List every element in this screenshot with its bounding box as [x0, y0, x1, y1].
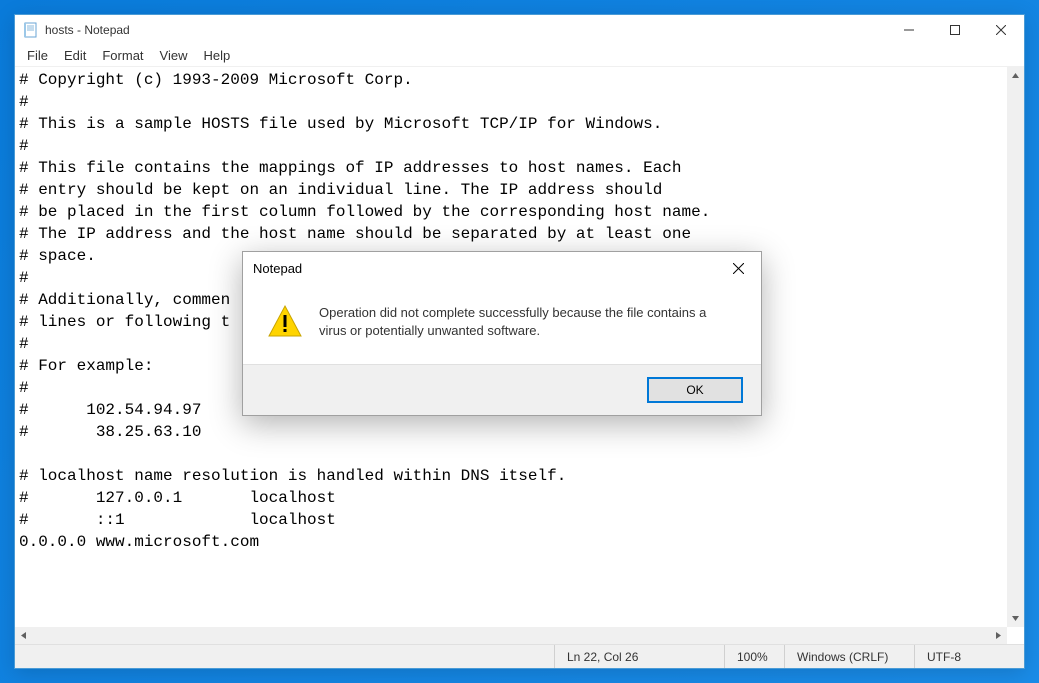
menu-format[interactable]: Format: [94, 46, 151, 65]
scroll-up-icon[interactable]: [1007, 67, 1024, 84]
error-dialog: Notepad Operation did not complete succe…: [242, 251, 762, 416]
status-zoom: 100%: [724, 645, 784, 668]
menu-file[interactable]: File: [19, 46, 56, 65]
status-line-ending: Windows (CRLF): [784, 645, 914, 668]
window-controls: [886, 15, 1024, 45]
dialog-titlebar[interactable]: Notepad: [243, 252, 761, 284]
status-encoding: UTF-8: [914, 645, 1024, 668]
status-spacer: [15, 645, 554, 668]
notepad-icon: [23, 22, 39, 38]
maximize-button[interactable]: [932, 15, 978, 45]
menubar: File Edit Format View Help: [15, 45, 1024, 67]
status-position: Ln 22, Col 26: [554, 645, 724, 668]
titlebar[interactable]: hosts - Notepad: [15, 15, 1024, 45]
menu-help[interactable]: Help: [195, 46, 238, 65]
statusbar: Ln 22, Col 26 100% Windows (CRLF) UTF-8: [15, 644, 1024, 668]
close-button[interactable]: [978, 15, 1024, 45]
window-title: hosts - Notepad: [45, 23, 886, 37]
dialog-close-button[interactable]: [715, 252, 761, 284]
scroll-right-icon[interactable]: [990, 627, 1007, 644]
dialog-message: Operation did not complete successfully …: [319, 304, 737, 340]
ok-button[interactable]: OK: [647, 377, 743, 403]
scroll-down-icon[interactable]: [1007, 610, 1024, 627]
dialog-body: Operation did not complete successfully …: [243, 284, 761, 364]
menu-edit[interactable]: Edit: [56, 46, 94, 65]
horizontal-scrollbar[interactable]: [15, 627, 1007, 644]
vertical-scrollbar[interactable]: [1007, 67, 1024, 627]
scroll-left-icon[interactable]: [15, 627, 32, 644]
minimize-button[interactable]: [886, 15, 932, 45]
warning-icon: [267, 304, 303, 340]
dialog-button-row: OK: [243, 364, 761, 415]
menu-view[interactable]: View: [152, 46, 196, 65]
dialog-title: Notepad: [253, 261, 715, 276]
